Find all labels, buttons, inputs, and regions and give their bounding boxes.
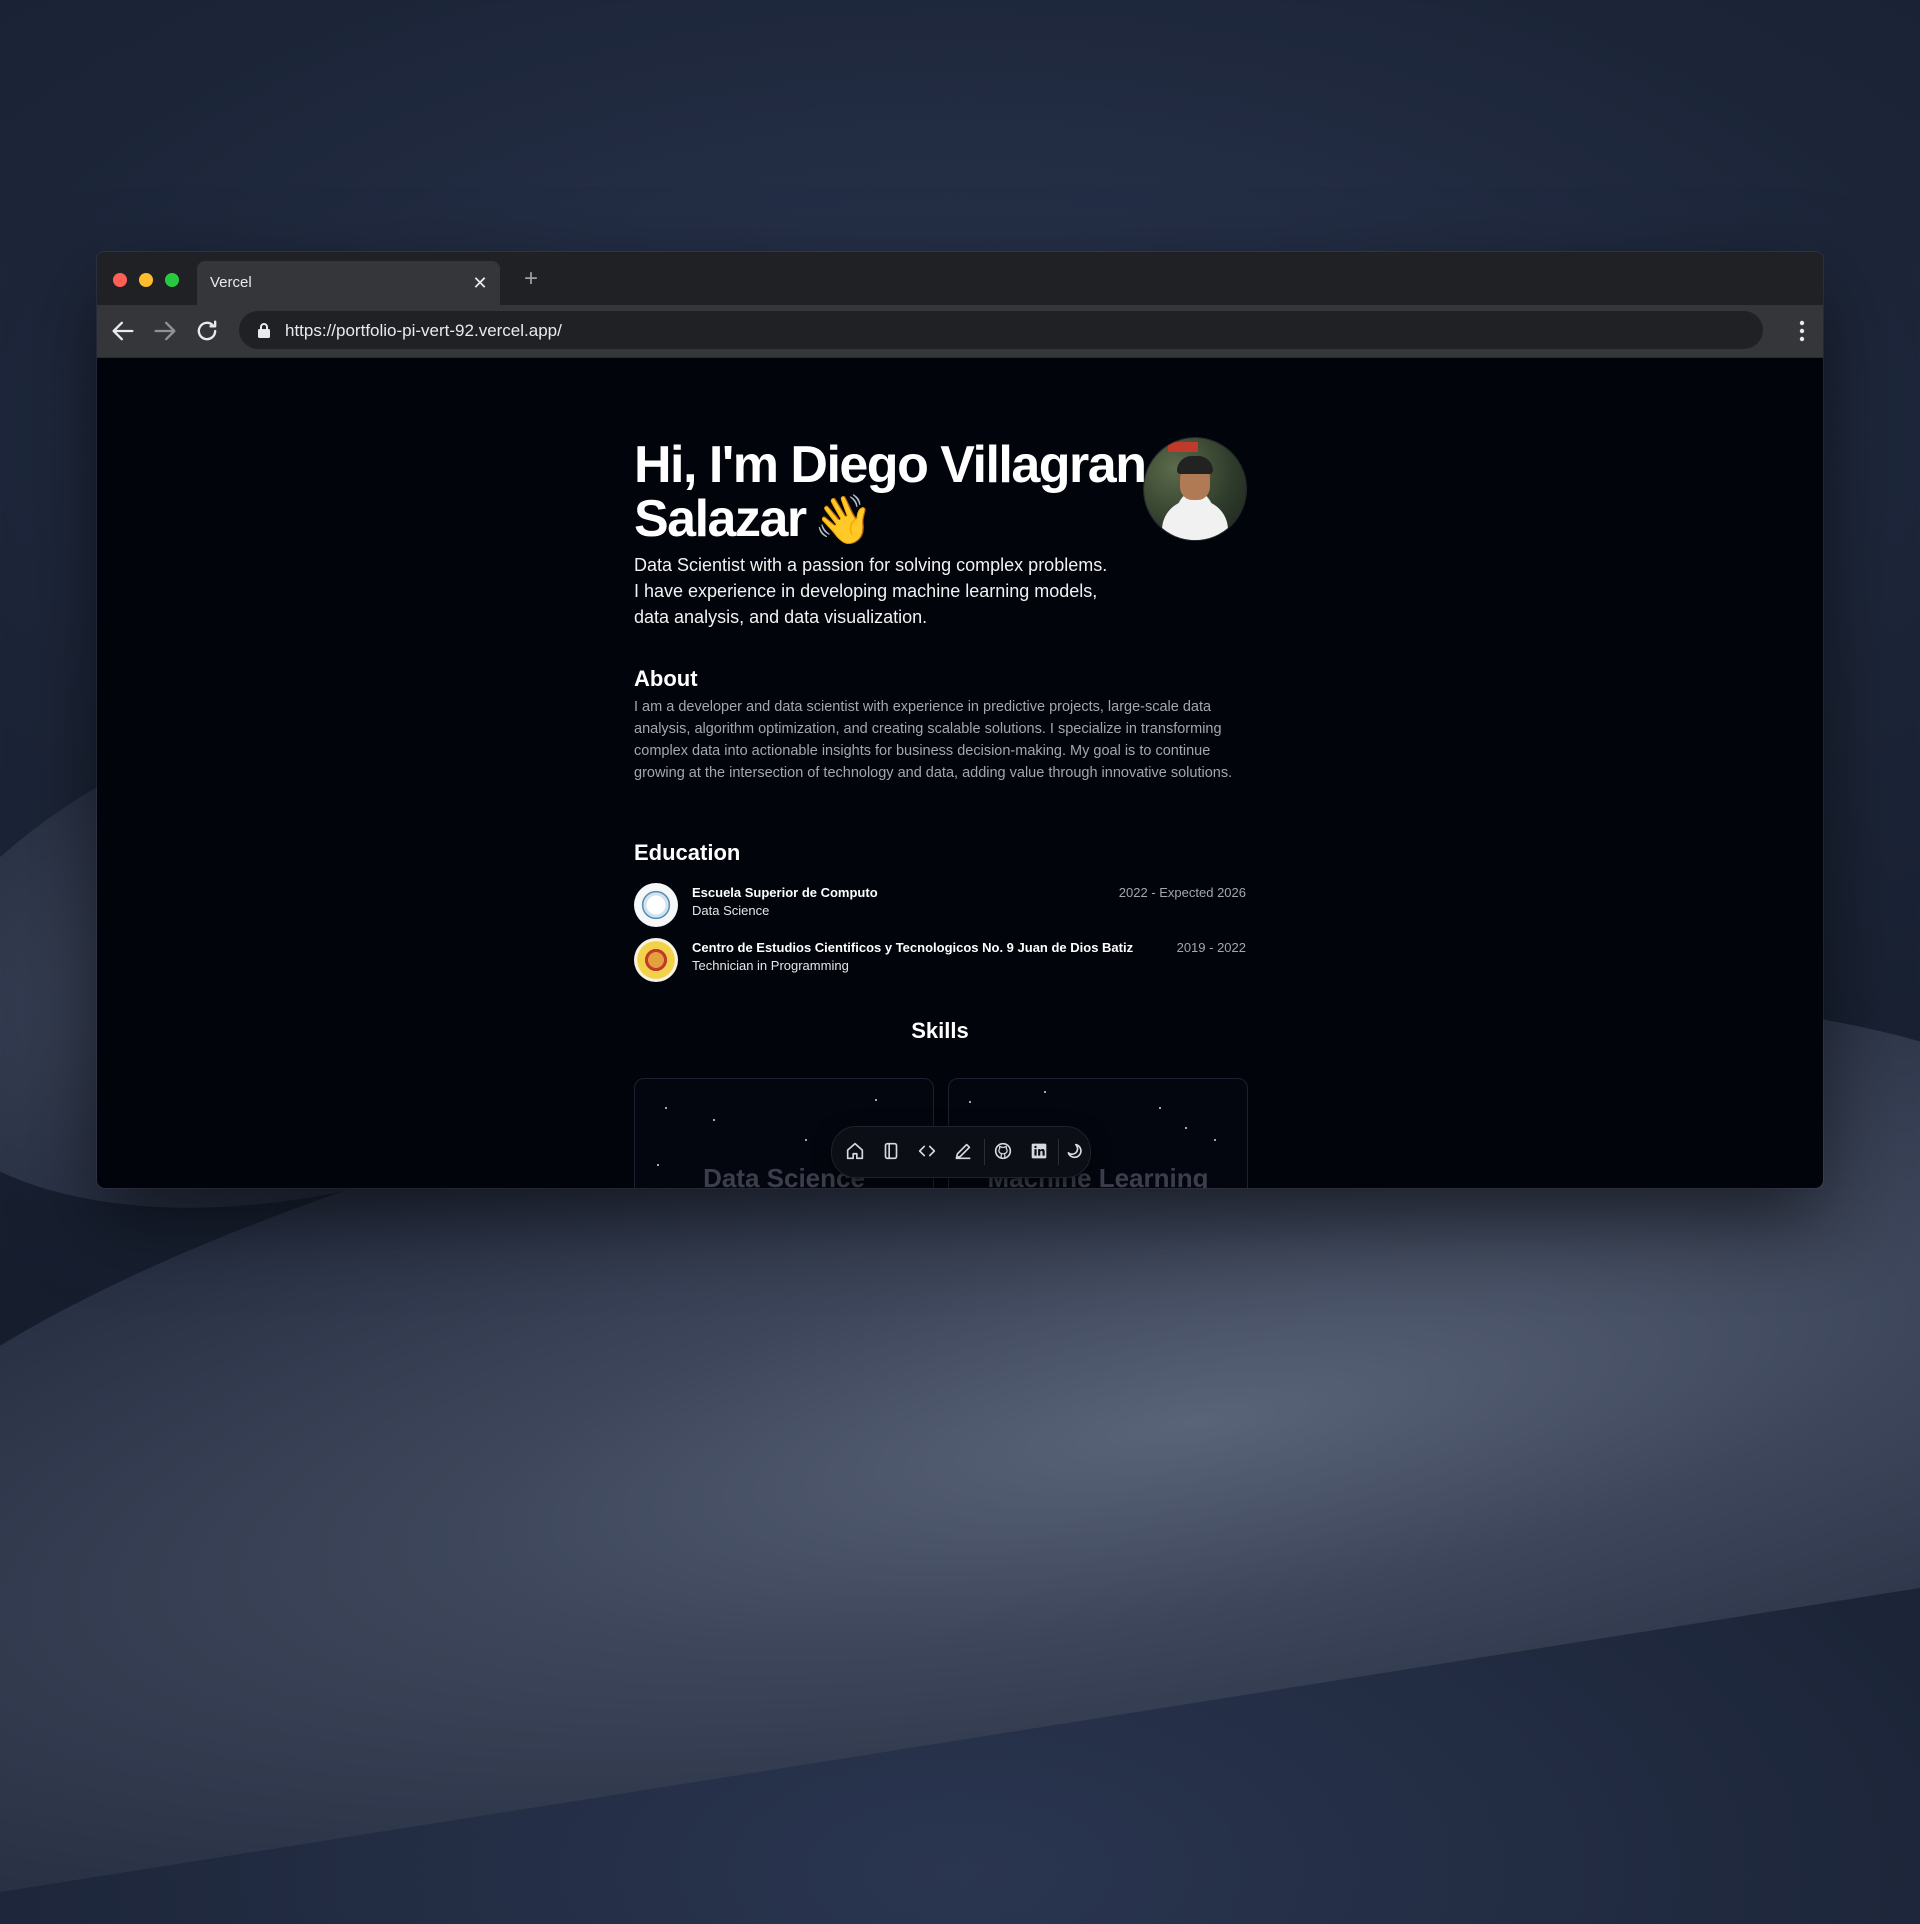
forward-button[interactable] [151,317,179,345]
dock-divider [1058,1139,1059,1165]
code-icon-svg [918,1145,936,1157]
skills-heading: Skills [911,1018,969,1043]
waving-hand-icon: 👋 [813,494,874,547]
browser-window: Vercel ✕ + https://portfolio-pi-vert-92.… [97,252,1823,1188]
hero-title: Hi, I'm Diego Villagran Salazar 👋 [634,438,1154,548]
minimize-window-button[interactable] [139,273,153,287]
browser-toolbar: https://portfolio-pi-vert-92.vercel.app/ [97,305,1823,358]
theme-toggle-icon[interactable] [1062,1140,1084,1162]
home-icon-svg [846,1142,864,1160]
tab-bar: Vercel ✕ + [97,252,1823,305]
cecyt-logo [634,938,678,982]
kebab-menu-icon[interactable] [1799,319,1805,343]
avatar [1144,438,1246,540]
star-dot [805,1139,807,1141]
about-heading: About [634,666,698,691]
education-degree: Data Science [692,903,770,918]
education-school: Centro de Estudios Cientificos y Tecnolo… [692,940,1134,955]
education-dates: 2019 - 2022 [1176,940,1246,955]
education-item-escom[interactable]: Escuela Superior de Computo Data Science… [634,883,1246,927]
tab-title: Vercel [210,274,252,291]
star-dot [875,1099,877,1101]
education-school: Escuela Superior de Computo [692,885,878,900]
page-viewport: Hi, I'm Diego Villagran Salazar 👋 Data Sc… [97,358,1823,1188]
education-degree: Technician in Programming [692,958,849,973]
browser-tab[interactable]: Vercel ✕ [197,261,500,305]
avatar-shirt [1162,500,1228,540]
new-tab-button[interactable]: + [517,265,545,293]
reload-icon [197,320,217,341]
code-icon[interactable] [916,1140,938,1162]
dock-divider [984,1139,985,1165]
notebook-icon-svg [884,1142,898,1160]
avatar-cap [1177,456,1213,474]
star-dot [665,1107,667,1109]
github-icon[interactable] [992,1140,1014,1162]
tab-close-icon[interactable]: ✕ [470,273,490,293]
star-dot [1159,1107,1161,1109]
bottom-dock [831,1126,1091,1178]
moon-icon [1067,1143,1082,1159]
pencil-icon[interactable] [952,1140,974,1162]
notebook-icon[interactable] [880,1140,902,1162]
maximize-window-button[interactable] [165,273,179,287]
url-text: https://portfolio-pi-vert-92.vercel.app/ [285,321,562,340]
lock-icon [258,323,270,338]
education-item-cecyt[interactable]: Centro de Estudios Cientificos y Tecnolo… [634,938,1246,982]
linkedin-icon[interactable] [1028,1140,1050,1162]
home-icon[interactable] [844,1140,866,1162]
close-window-button[interactable] [113,273,127,287]
hero-subtitle: Data Scientist with a passion for solvin… [634,555,1108,627]
escom-logo [634,883,678,927]
star-dot [969,1101,971,1103]
arrow-left-icon [112,321,134,341]
linkedin-icon-svg [1031,1143,1047,1159]
star-dot [713,1119,715,1121]
back-button[interactable] [109,317,137,345]
about-text: I am a developer and data scientist with… [634,699,1233,781]
reload-button[interactable] [193,317,221,345]
address-bar[interactable]: https://portfolio-pi-vert-92.vercel.app/ [239,311,1763,349]
education-dates: 2022 - Expected 2026 [1118,885,1246,900]
pencil-icon-svg [955,1143,971,1160]
star-dot [1185,1127,1187,1129]
github-icon-svg [994,1142,1012,1160]
hero-title-text: Hi, I'm Diego Villagran Salazar [634,436,1147,548]
education-heading: Education [634,840,741,865]
arrow-right-icon [154,321,176,341]
star-dot [1214,1139,1216,1141]
star-dot [1044,1091,1046,1093]
avatar-background-sign [1168,442,1198,452]
